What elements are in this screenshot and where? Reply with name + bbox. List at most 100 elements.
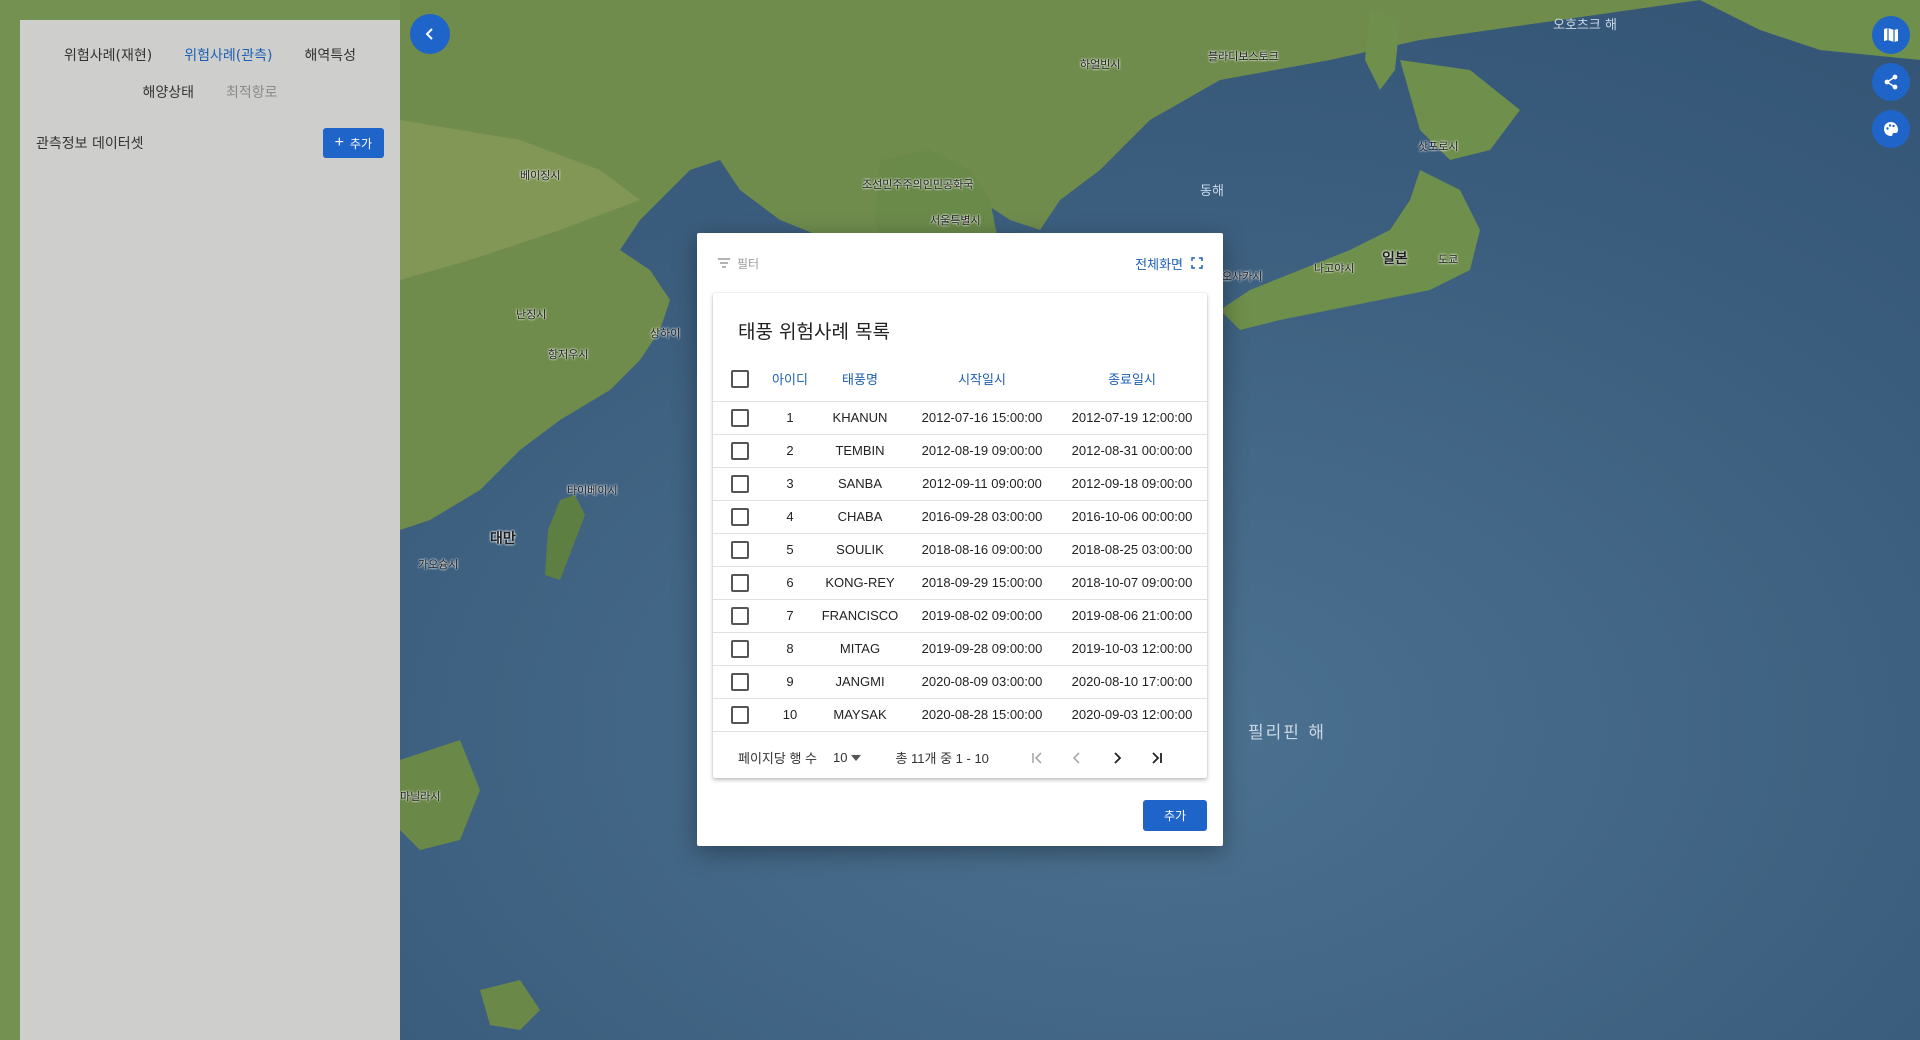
map-label-manila: 마닐라시 [400,790,441,803]
palette-button[interactable] [1872,110,1910,148]
map-label-dprk: 조선민주주의인민공화국 [862,178,974,191]
column-header-start[interactable]: 시작일시 [907,357,1057,402]
table-title: 태풍 위험사례 목록 [738,321,890,343]
column-header-end[interactable]: 종료일시 [1057,357,1207,402]
tab-optimal-route[interactable]: 최적항로 [226,82,278,102]
dataset-title: 관측정보 데이터셋 [36,136,144,152]
next-page-button[interactable] [1097,738,1137,778]
column-header-name[interactable]: 태풍명 [813,357,907,402]
dialog-toolbar: 필터 전체화면 [697,233,1223,293]
cell-end: 2020-08-10 17:00:00 [1057,665,1207,699]
cell-end: 2012-07-19 12:00:00 [1057,401,1207,435]
table-row[interactable]: 2 TEMBIN 2012-08-19 09:00:00 2012-08-31 … [713,434,1207,468]
cell-end: 2016-10-06 00:00:00 [1057,500,1207,534]
map-label-nagoya: 나고야시 [1314,262,1355,275]
table-pagination: 페이지당 행 수 10 총 11개 중 1 - 10 [713,732,1207,784]
typhoon-list-dialog: 필터 전체화면 태풍 위험사례 목록 아이디 태풍명 시작일시 종료일시 1 K… [697,233,1223,846]
cell-start: 2020-08-09 03:00:00 [907,665,1057,699]
tab-sea-area-characteristics[interactable]: 해역특성 [304,45,356,65]
cell-start: 2019-09-28 09:00:00 [907,632,1057,666]
map-label-hangzhou: 항저우시 [548,348,589,361]
first-page-icon [1032,751,1042,764]
table-row[interactable]: 6 KONG-REY 2018-09-29 15:00:00 2018-10-0… [713,566,1207,600]
honshu-shape [1220,170,1480,330]
fullscreen-button[interactable]: 전체화면 [1135,254,1203,273]
cell-start: 2012-09-11 09:00:00 [907,467,1057,501]
row-checkbox-cell [713,500,767,534]
column-header-id[interactable]: 아이디 [767,357,813,402]
rows-per-page-label: 페이지당 행 수 [738,751,817,766]
table-row[interactable]: 10 MAYSAK 2020-08-28 15:00:00 2020-09-03… [713,698,1207,732]
caret-down-icon [851,754,862,761]
row-checkbox[interactable] [731,672,749,691]
cell-start: 2018-09-29 15:00:00 [907,566,1057,600]
collapse-sidebar-button[interactable] [410,14,450,54]
map-label-nanjing: 난징시 [516,308,547,321]
row-checkbox[interactable] [731,639,749,658]
row-checkbox-cell [713,401,767,435]
table-row[interactable]: 4 CHABA 2016-09-28 03:00:00 2016-10-06 0… [713,500,1207,534]
first-page-button[interactable] [1017,738,1057,778]
cell-start: 2016-09-28 03:00:00 [907,500,1057,534]
cell-end: 2018-08-25 03:00:00 [1057,533,1207,567]
chevron-left-icon [425,28,433,40]
table-row[interactable]: 9 JANGMI 2020-08-09 03:00:00 2020-08-10 … [713,665,1207,699]
cell-name: KONG-REY [813,566,907,600]
rows-per-page-select[interactable]: 10 [833,750,862,765]
row-checkbox-cell [713,599,767,633]
dialog-add-button[interactable]: 추가 [1143,800,1207,831]
prev-page-button[interactable] [1057,738,1097,778]
filter-icon [718,258,730,268]
palette-icon [1884,122,1898,136]
row-checkbox-cell [713,665,767,699]
row-checkbox-cell [713,566,767,600]
cell-start: 2012-08-19 09:00:00 [907,434,1057,468]
row-checkbox[interactable] [731,507,749,526]
row-checkbox-cell [713,533,767,567]
row-checkbox[interactable] [731,540,749,559]
tab-ocean-state[interactable]: 해양상태 [142,82,194,102]
row-checkbox[interactable] [731,441,749,460]
row-checkbox[interactable] [731,573,749,592]
table-row[interactable]: 1 KHANUN 2012-07-16 15:00:00 2012-07-19 … [713,401,1207,435]
share-icon [1884,74,1898,90]
row-checkbox[interactable] [731,474,749,493]
filter-button[interactable]: 필터 [717,255,759,272]
map-label-seoul: 서울특별시 [930,214,981,227]
cell-name: JANGMI [813,665,907,699]
taiwan-shape [545,495,585,580]
last-page-icon [1152,751,1162,764]
share-button[interactable] [1872,63,1910,101]
sidebar-panel: 위험사례(재현) 위험사례(관측) 해역특성 해양상태 최적항로 관측정보 데이… [20,20,400,1040]
cell-id: 7 [767,599,813,633]
row-checkbox-cell [713,698,767,732]
dialog-add-label: 추가 [1163,809,1187,823]
cell-name: TEMBIN [813,434,907,468]
row-checkbox[interactable] [731,408,749,427]
tab-risk-case-reproduction[interactable]: 위험사례(재현) [64,45,152,65]
table-row[interactable]: 3 SANBA 2012-09-11 09:00:00 2012-09-18 0… [713,467,1207,501]
select-all-cell [713,357,767,402]
cell-start: 2018-08-16 09:00:00 [907,533,1057,567]
cell-id: 9 [767,665,813,699]
row-checkbox[interactable] [731,606,749,625]
row-checkbox[interactable] [731,705,749,724]
table-row[interactable]: 5 SOULIK 2018-08-16 09:00:00 2018-08-25 … [713,533,1207,567]
sidebar-add-button[interactable]: + 추가 [322,128,384,158]
chevron-left-icon [1072,751,1080,764]
plus-icon: + [334,134,344,151]
select-all-checkbox[interactable] [731,369,749,388]
cell-id: 6 [767,566,813,600]
map-layer-button[interactable] [1872,16,1910,54]
map-label-osaka: 오사카시 [1222,270,1263,283]
tab-risk-case-observation[interactable]: 위험사례(관측) [184,45,272,65]
fullscreen-label: 전체화면 [1135,257,1183,273]
fullscreen-icon [1191,257,1203,269]
last-page-button[interactable] [1137,738,1177,778]
map-label-east-sea: 동해 [1200,184,1224,199]
typhoon-table-card: 태풍 위험사례 목록 아이디 태풍명 시작일시 종료일시 1 KHANUN 20… [713,293,1207,778]
table-row[interactable]: 7 FRANCISCO 2019-08-02 09:00:00 2019-08-… [713,599,1207,633]
page-range-text: 총 11개 중 1 - 10 [895,751,989,766]
cell-end: 2012-08-31 00:00:00 [1057,434,1207,468]
table-row[interactable]: 8 MITAG 2019-09-28 09:00:00 2019-10-03 1… [713,632,1207,666]
